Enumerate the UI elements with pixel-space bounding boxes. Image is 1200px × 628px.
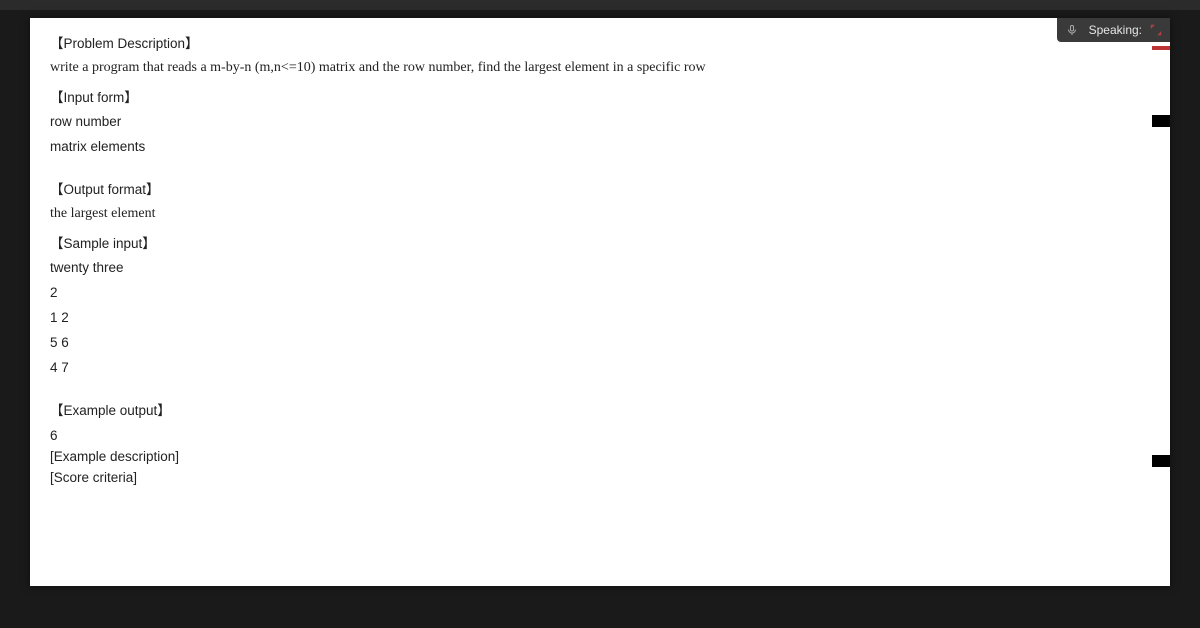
sample-input-line: 1 2 xyxy=(50,310,1150,325)
side-marker xyxy=(1152,455,1170,467)
side-marker-red xyxy=(1152,46,1170,50)
heading-sample-input: 【Sample input】 xyxy=(50,232,1150,252)
sample-input-line: 2 xyxy=(50,285,1150,300)
heading-output-format: 【Output format】 xyxy=(50,178,1150,198)
problem-description-text: write a program that reads a m-by-n (m,n… xyxy=(50,60,1150,76)
side-marker xyxy=(1152,115,1170,127)
speaking-indicator: Speaking: xyxy=(1057,18,1170,42)
sample-input-line: 4 7 xyxy=(50,360,1150,375)
input-line-2: matrix elements xyxy=(50,139,1150,154)
sample-input-line: twenty three xyxy=(50,260,1150,275)
heading-problem-description: 【Problem Description】 xyxy=(50,32,1150,52)
example-output-value: 6 xyxy=(50,427,1150,446)
heading-example-description: [Example description] xyxy=(50,448,1150,467)
microphone-icon xyxy=(1065,23,1079,37)
document-page: 【Problem Description】 write a program th… xyxy=(30,18,1170,586)
sample-input-line: 5 6 xyxy=(50,335,1150,350)
heading-score-criteria: [Score criteria] xyxy=(50,469,1150,488)
heading-example-output: 【Example output】 xyxy=(50,399,1150,419)
heading-input-form: 【Input form】 xyxy=(50,86,1150,106)
output-format-text: the largest element xyxy=(50,206,1150,222)
window-top-bar xyxy=(0,0,1200,10)
speaking-label: Speaking: xyxy=(1089,23,1142,37)
input-line-1: row number xyxy=(50,114,1150,129)
expand-icon[interactable] xyxy=(1148,22,1164,38)
